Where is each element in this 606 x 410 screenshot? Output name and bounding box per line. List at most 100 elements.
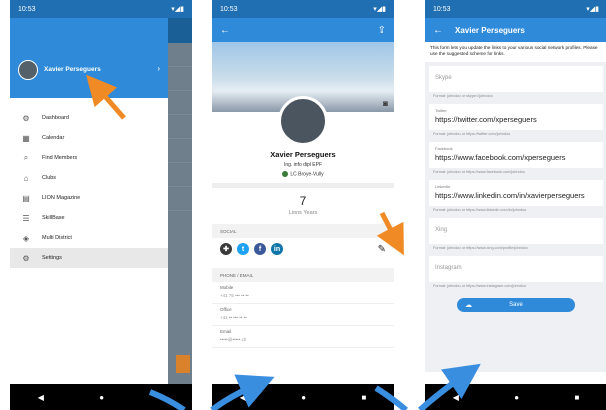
status-time: 10:53 <box>433 5 451 13</box>
signal-icon: ▾◢▮ <box>171 6 184 13</box>
chevron-right-icon: › <box>157 64 160 73</box>
contact-field-value: •••••@•••••.ch <box>220 337 247 343</box>
menu-item-label: Dashboard <box>42 115 69 121</box>
phone-drawer-screen: 10:53 ▾◢▮ Xavier Perseguers › ⚙ Dashboard… <box>10 0 192 410</box>
facebook-icon[interactable]: f <box>254 243 266 256</box>
signal-icon: ▾◢▮ <box>373 6 386 13</box>
social-section-title: SOCIAL <box>212 224 394 239</box>
android-nav-bar: ◀ ● ■ <box>10 384 192 410</box>
contact-field[interactable]: Email •••••@•••••.ch <box>212 326 394 349</box>
social-input-value: https://www.facebook.com/xperseguers <box>435 153 566 162</box>
magazine-icon: ▤ <box>22 193 30 203</box>
recents-icon[interactable]: ■ <box>159 393 164 402</box>
home-icon[interactable]: ● <box>514 393 519 402</box>
social-input-value: https://twitter.com/xperseguers <box>435 115 537 124</box>
social-input-value: https://www.linkedin.com/in/xavierperseg… <box>435 191 585 200</box>
calendar-icon: ▦ <box>22 133 30 143</box>
search-icon: ⌕ <box>23 153 29 162</box>
contact-field-value: +41 76 ••• •• •• <box>220 293 249 299</box>
android-nav-bar: ◀ ● ■ <box>425 384 606 410</box>
back-icon[interactable]: ◀ <box>453 393 459 402</box>
contact-field-label: Office <box>220 307 232 313</box>
home-icon[interactable]: ● <box>301 393 306 402</box>
edit-intro-text: This form lets you update the links to y… <box>430 45 598 57</box>
social-input[interactable]: LinkedIn https://www.linkedin.com/in/xavi… <box>429 180 603 206</box>
lions-years-value: 7 <box>299 194 307 209</box>
menu-item-settings[interactable]: ⚙ Settings <box>10 248 168 268</box>
profile-subtitle: Ing. info dipl EPF <box>283 162 323 168</box>
camera-icon[interactable]: ◙ <box>383 99 388 108</box>
menu-item-calendar[interactable]: ▦ Calendar <box>10 128 168 148</box>
edit-app-bar: ← Xavier Perseguers <box>425 18 606 42</box>
phone-edit-social-screen: 10:53 ▾◢▮ ← Xavier Perseguers This form … <box>425 0 606 410</box>
social-input[interactable]: Xing <box>429 218 603 244</box>
layers-icon: ◈ <box>22 233 30 243</box>
menu-item-label: Clubs <box>42 175 57 181</box>
share-icon[interactable]: ⇪ <box>378 25 386 36</box>
android-nav-bar: ◀ ● ■ <box>212 384 394 410</box>
menu-item-clubs[interactable]: ⌂ Clubs <box>10 168 168 188</box>
menu-item-label: LION Magazine <box>42 195 81 201</box>
social-input[interactable]: Instagram <box>429 256 603 282</box>
club-badge-icon <box>282 171 289 177</box>
menu-item-label: Settings <box>42 255 62 261</box>
signal-icon: ▾◢▮ <box>586 6 599 13</box>
contact-field-label: Email <box>220 329 232 335</box>
drawer-menu: ⚙ Dashboard ▦ Calendar ⌕ Find Members ⌂ Clubs ▤ L… <box>10 108 168 268</box>
profile-app-bar: ← ⇪ <box>212 18 394 42</box>
edit-screen-title: Xavier Perseguers <box>455 25 525 35</box>
social-input-hint: Format: johndoo or https://www.facebook.… <box>433 170 525 174</box>
drawer-user-name: Xavier Perseguers <box>44 66 101 73</box>
social-input[interactable]: Twitter https://twitter.com/xperseguers <box>429 104 603 130</box>
social-input[interactable]: Facebook https://www.facebook.com/xperseg… <box>429 142 603 168</box>
menu-item-multi-district[interactable]: ◈ Multi District <box>10 228 168 248</box>
social-links-row: ✚ t f in ✎ <box>212 238 394 260</box>
status-time: 10:53 <box>220 5 238 13</box>
phone-profile-screen: 10:53 ▾◢▮ ← ⇪ ◙ Xavier Perseguers Ing. i… <box>212 0 394 410</box>
profile-club: LC Broye-Vully <box>212 171 394 177</box>
save-button-label: Save <box>509 302 523 308</box>
social-input-label: Facebook <box>435 146 453 151</box>
social-form: Skype Format: johndoo or skype://johndoo T… <box>425 62 606 372</box>
social-input-placeholder: Xing <box>435 227 448 233</box>
menu-item-skillbase[interactable]: ☰ SkillBase <box>10 208 168 228</box>
lions-years-label: Lions Years <box>288 210 318 217</box>
menu-item-lion-magazine[interactable]: ▤ LION Magazine <box>10 188 168 208</box>
social-input-hint: Format: johndoo or https://twitter.com/j… <box>433 132 511 136</box>
contact-field-value: +41 •• ••• •• •• <box>220 315 247 321</box>
menu-item-find-members[interactable]: ⌕ Find Members <box>10 148 168 168</box>
home-icon[interactable]: ● <box>99 393 104 402</box>
contact-field[interactable]: Office +41 •• ••• •• •• <box>212 304 394 327</box>
profile-avatar <box>278 96 328 146</box>
status-bar: 10:53 ▾◢▮ <box>425 0 606 18</box>
menu-item-label: Calendar <box>42 135 65 141</box>
social-input-hint: Format: johndoo or https://www.xing.com/… <box>433 246 528 250</box>
profile-name: Xavier Perseguers <box>270 150 336 159</box>
recents-icon[interactable]: ■ <box>361 393 366 402</box>
back-arrow-icon[interactable]: ← <box>220 25 230 36</box>
contact-field-label: Mobile <box>220 285 234 291</box>
skype-icon[interactable]: ✚ <box>220 243 232 256</box>
drawer-header[interactable]: Xavier Perseguers › <box>10 18 168 98</box>
social-input-placeholder: Skype <box>435 75 452 81</box>
recents-icon[interactable]: ■ <box>574 393 579 402</box>
back-icon[interactable]: ◀ <box>240 393 246 402</box>
cloud-upload-icon: ☁ <box>465 302 472 309</box>
social-input-placeholder: Instagram <box>435 265 462 271</box>
contact-field[interactable]: Mobile +41 76 ••• •• •• <box>212 282 394 305</box>
social-input[interactable]: Skype <box>429 66 603 92</box>
menu-item-label: Multi District <box>42 235 72 241</box>
menu-item-label: Find Members <box>42 155 78 161</box>
edit-pencil-icon[interactable]: ✎ <box>378 244 386 255</box>
back-icon[interactable]: ◀ <box>38 393 44 402</box>
back-arrow-icon[interactable]: ← <box>433 25 443 36</box>
status-bar: 10:53 ▾◢▮ <box>212 0 394 18</box>
save-button[interactable]: ☁ Save <box>457 298 575 312</box>
navigation-drawer: Xavier Perseguers › ⚙ Dashboard ▦ Calendar ⌕… <box>10 18 168 384</box>
floating-action-square[interactable] <box>176 355 190 373</box>
social-input-label: LinkedIn <box>435 184 451 189</box>
linkedin-icon[interactable]: in <box>271 243 283 256</box>
twitter-icon[interactable]: t <box>237 243 249 256</box>
status-bar: 10:53 ▾◢▮ <box>10 0 192 18</box>
menu-item-dashboard[interactable]: ⚙ Dashboard <box>10 108 168 128</box>
